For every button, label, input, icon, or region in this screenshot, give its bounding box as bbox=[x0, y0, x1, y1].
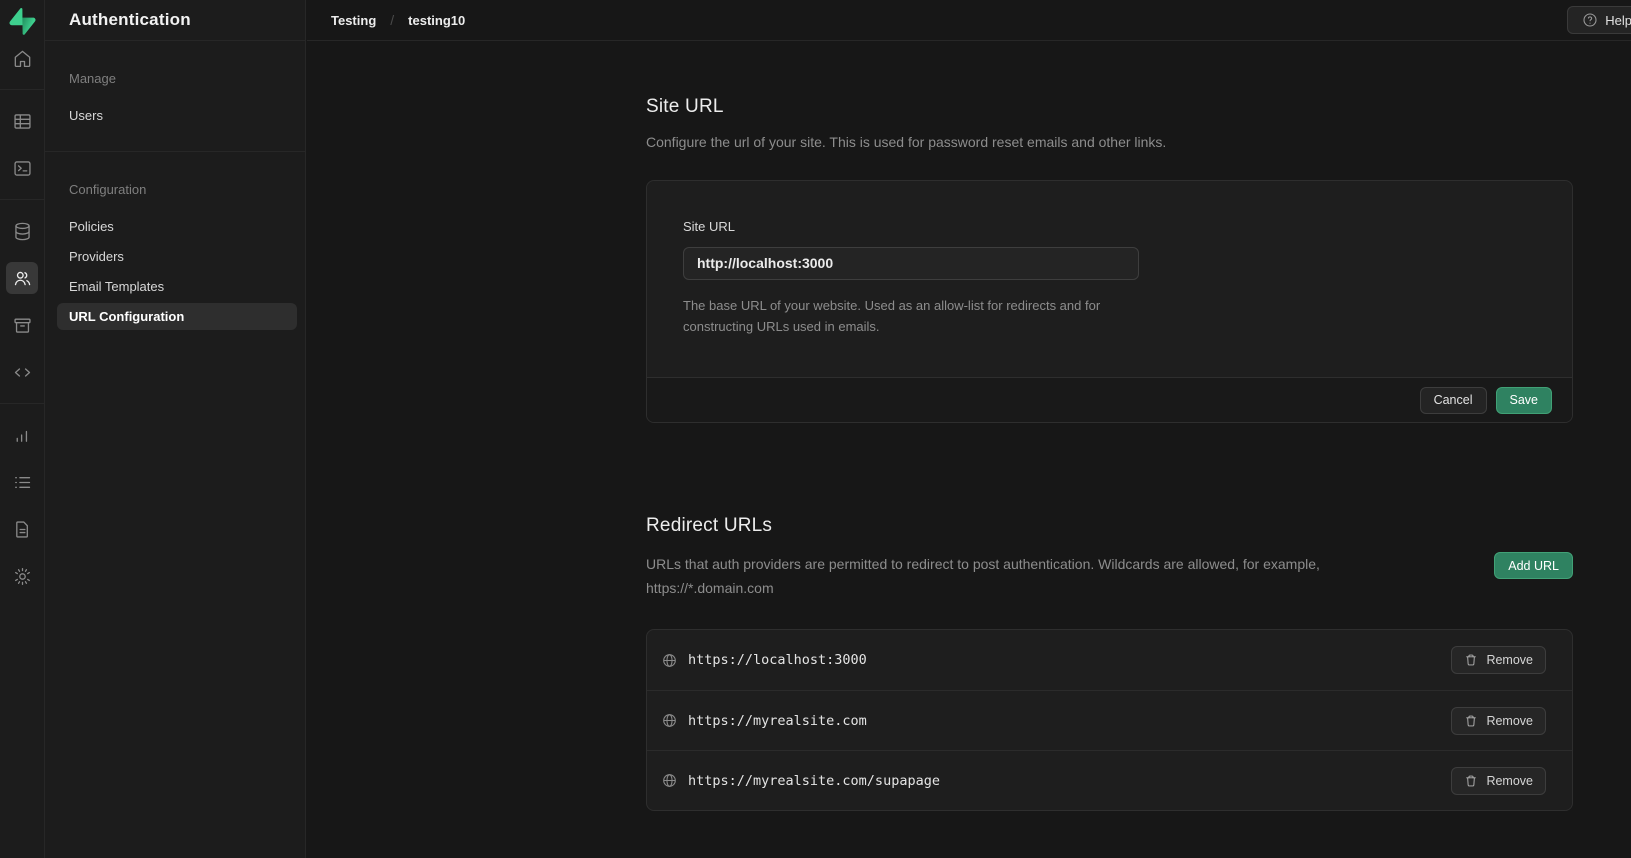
code-icon bbox=[12, 362, 33, 383]
cancel-button[interactable]: Cancel bbox=[1420, 387, 1487, 414]
site-url-description: Configure the url of your site. This is … bbox=[646, 133, 1573, 153]
sidebar-item-email-templates[interactable]: Email Templates bbox=[57, 273, 297, 300]
rail-sql-editor-button[interactable] bbox=[6, 152, 38, 184]
table-icon bbox=[12, 111, 33, 132]
trash-icon bbox=[1464, 714, 1478, 728]
page-title: Authentication bbox=[69, 10, 191, 30]
save-button[interactable]: Save bbox=[1496, 387, 1553, 414]
globe-icon bbox=[661, 652, 678, 669]
rail-table-editor-button[interactable] bbox=[6, 105, 38, 137]
site-url-card-footer: Cancel Save bbox=[647, 377, 1572, 422]
help-button[interactable]: Help bbox=[1567, 6, 1631, 34]
nav-group-label: Configuration bbox=[45, 182, 305, 197]
site-url-field-label: Site URL bbox=[683, 219, 1536, 234]
remove-url-button[interactable]: Remove bbox=[1451, 707, 1546, 735]
redirect-urls-description-example: https://*.domain.com bbox=[646, 577, 1320, 601]
site-url-title: Site URL bbox=[646, 96, 1573, 118]
add-url-button[interactable]: Add URL bbox=[1494, 552, 1573, 579]
breadcrumb-separator: / bbox=[390, 12, 394, 28]
list-icon bbox=[12, 472, 33, 493]
bar-chart-icon bbox=[12, 425, 33, 446]
auth-sidebar-nav: Manage Users Configuration Policies Prov… bbox=[45, 41, 305, 330]
redirect-urls-title: Redirect URLs bbox=[646, 515, 1320, 537]
help-icon bbox=[1582, 12, 1598, 28]
home-icon bbox=[12, 48, 33, 69]
remove-url-button[interactable]: Remove bbox=[1451, 767, 1546, 795]
trash-icon bbox=[1464, 653, 1478, 667]
breadcrumb-project[interactable]: Testing bbox=[331, 13, 376, 28]
redirect-url-row: https://myrealsite.com Remove bbox=[647, 690, 1572, 750]
redirect-url-value: https://myrealsite.com/supapage bbox=[688, 773, 940, 789]
remove-url-button[interactable]: Remove bbox=[1451, 646, 1546, 674]
redirect-url-value: https://myrealsite.com bbox=[688, 713, 867, 729]
breadcrumb: Testing / testing10 bbox=[331, 12, 465, 28]
rail-divider bbox=[0, 403, 44, 404]
rail-api-docs-button[interactable] bbox=[6, 513, 38, 545]
redirect-urls-list: https://localhost:3000 Remove https://my… bbox=[646, 629, 1573, 811]
rail-settings-button[interactable] bbox=[6, 560, 38, 592]
rail-storage-button[interactable] bbox=[6, 309, 38, 341]
redirect-urls-description: URLs that auth providers are permitted t… bbox=[646, 553, 1320, 577]
site-url-input[interactable] bbox=[683, 247, 1139, 280]
breadcrumb-branch[interactable]: testing10 bbox=[408, 13, 465, 28]
rail-edge-functions-button[interactable] bbox=[6, 356, 38, 388]
site-url-help-text: The base URL of your website. Used as an… bbox=[683, 295, 1153, 338]
database-icon bbox=[12, 221, 33, 242]
sidebar-item-url-configuration[interactable]: URL Configuration bbox=[57, 303, 297, 330]
document-icon bbox=[12, 519, 33, 540]
rail-divider bbox=[0, 199, 44, 200]
users-icon bbox=[12, 268, 33, 289]
sidebar-item-users[interactable]: Users bbox=[57, 102, 297, 129]
site-url-card: Site URL The base URL of your website. U… bbox=[646, 180, 1573, 424]
archive-icon bbox=[12, 315, 33, 336]
top-bar: Testing / testing10 Help bbox=[307, 0, 1631, 41]
sidebar-header: Authentication bbox=[45, 0, 305, 41]
auth-sidebar: Authentication Manage Users Configuratio… bbox=[45, 0, 306, 858]
app-root: Authentication Manage Users Configuratio… bbox=[0, 0, 1631, 858]
nav-group-label: Manage bbox=[45, 71, 305, 86]
supabase-logo[interactable] bbox=[0, 0, 45, 42]
redirect-urls-section: Redirect URLs URLs that auth providers a… bbox=[646, 515, 1573, 811]
redirect-url-row: https://localhost:3000 Remove bbox=[647, 630, 1572, 690]
sidebar-item-providers[interactable]: Providers bbox=[57, 243, 297, 270]
remove-button-label: Remove bbox=[1486, 714, 1533, 728]
main-content: Site URL Configure the url of your site.… bbox=[307, 41, 1631, 858]
nav-group-manage: Manage Users bbox=[45, 71, 305, 129]
redirect-url-value: https://localhost:3000 bbox=[688, 652, 867, 668]
redirect-url-row: https://myrealsite.com/supapage Remove bbox=[647, 750, 1572, 810]
trash-icon bbox=[1464, 774, 1478, 788]
gear-icon bbox=[12, 566, 33, 587]
nav-rail bbox=[0, 0, 45, 858]
globe-icon bbox=[661, 712, 678, 729]
terminal-icon bbox=[12, 158, 33, 179]
rail-divider bbox=[0, 89, 44, 90]
help-button-label: Help bbox=[1605, 13, 1631, 28]
remove-button-label: Remove bbox=[1486, 653, 1533, 667]
site-url-section: Site URL Configure the url of your site.… bbox=[646, 96, 1573, 423]
rail-reports-button[interactable] bbox=[6, 419, 38, 451]
remove-button-label: Remove bbox=[1486, 774, 1533, 788]
nav-group-configuration: Configuration Policies Providers Email T… bbox=[45, 182, 305, 330]
rail-home-button[interactable] bbox=[6, 42, 38, 74]
rail-database-button[interactable] bbox=[6, 215, 38, 247]
rail-authentication-button[interactable] bbox=[6, 262, 38, 294]
sidebar-divider bbox=[45, 151, 305, 152]
globe-icon bbox=[661, 772, 678, 789]
sidebar-item-policies[interactable]: Policies bbox=[57, 213, 297, 240]
rail-logs-button[interactable] bbox=[6, 466, 38, 498]
